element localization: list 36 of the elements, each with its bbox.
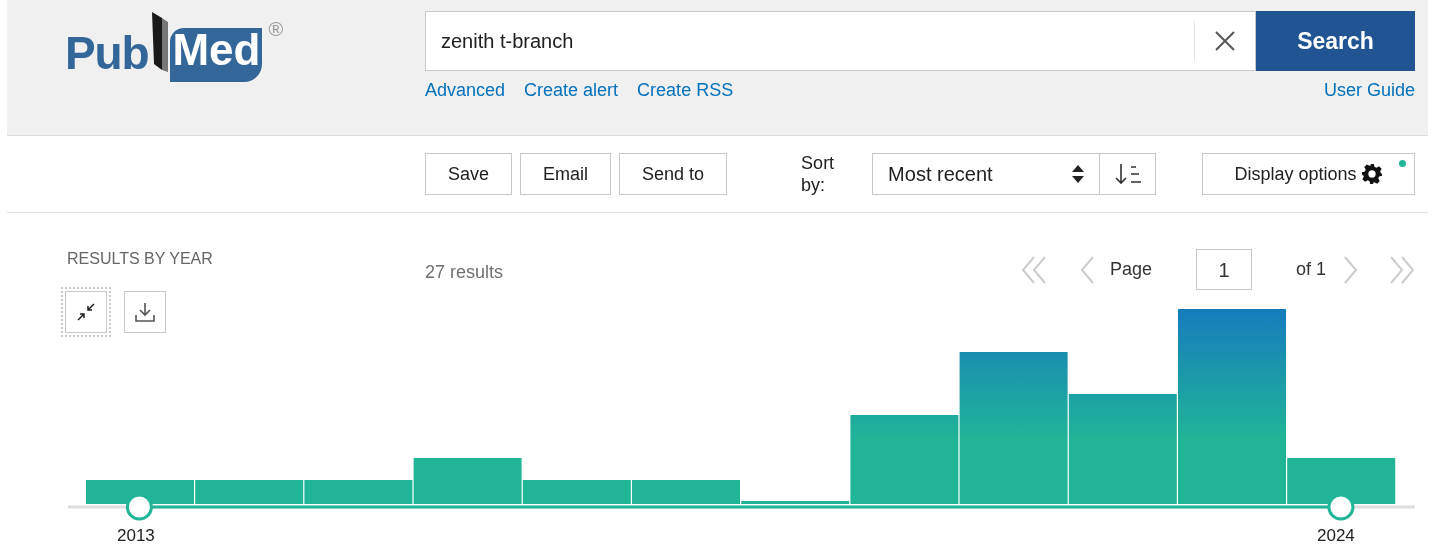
sort-select[interactable]: Most recent — [872, 153, 1101, 195]
results-count: 27 results — [425, 261, 504, 284]
start-year-label: 2013 — [117, 527, 155, 544]
year-range-slider[interactable] — [68, 493, 1415, 521]
page-count: of 1 — [1295, 258, 1326, 281]
collapse-chart-button[interactable] — [65, 291, 107, 333]
previous-page-icon[interactable] — [1079, 255, 1094, 284]
clear-icon[interactable] — [1214, 30, 1236, 52]
page-label: Page — [1109, 258, 1152, 281]
gear-icon — [1360, 163, 1383, 185]
slider-handle[interactable] — [1327, 493, 1355, 521]
sort-label: Sort by: — [801, 152, 836, 196]
display-options-button[interactable]: Display options — [1202, 153, 1415, 195]
end-year-label: 2024 — [1317, 527, 1355, 544]
download-button[interactable] — [124, 291, 166, 333]
next-page-icon[interactable] — [1344, 255, 1358, 284]
user-guide-link[interactable]: User Guide — [1323, 77, 1415, 104]
search-field[interactable]: zenith t-branch — [425, 11, 1256, 71]
section-heading: RESULTS BY YEAR — [67, 251, 214, 267]
slider-handle[interactable] — [125, 493, 153, 521]
first-page-icon[interactable] — [1020, 255, 1047, 284]
collapse-icon — [77, 303, 95, 321]
action-button[interactable]: Send to — [619, 153, 728, 195]
sort-descending-icon — [1114, 163, 1141, 185]
search-button[interactable]: Search — [1256, 11, 1415, 71]
last-page-icon[interactable] — [1389, 255, 1415, 284]
search-link[interactable]: Advanced — [425, 77, 506, 104]
up-down-caret-icon — [1072, 164, 1085, 184]
pubmed-logo[interactable]: Pub Med ® — [65, 10, 425, 82]
page-number-field[interactable]: 1 — [1195, 249, 1252, 290]
action-button[interactable]: Save — [425, 153, 513, 195]
action-button[interactable]: Email — [520, 153, 612, 195]
search-link[interactable]: Create alert — [524, 77, 619, 104]
search-link[interactable]: Create RSS — [637, 77, 734, 104]
sort-order-button[interactable] — [1100, 153, 1157, 195]
download-icon — [134, 301, 156, 323]
